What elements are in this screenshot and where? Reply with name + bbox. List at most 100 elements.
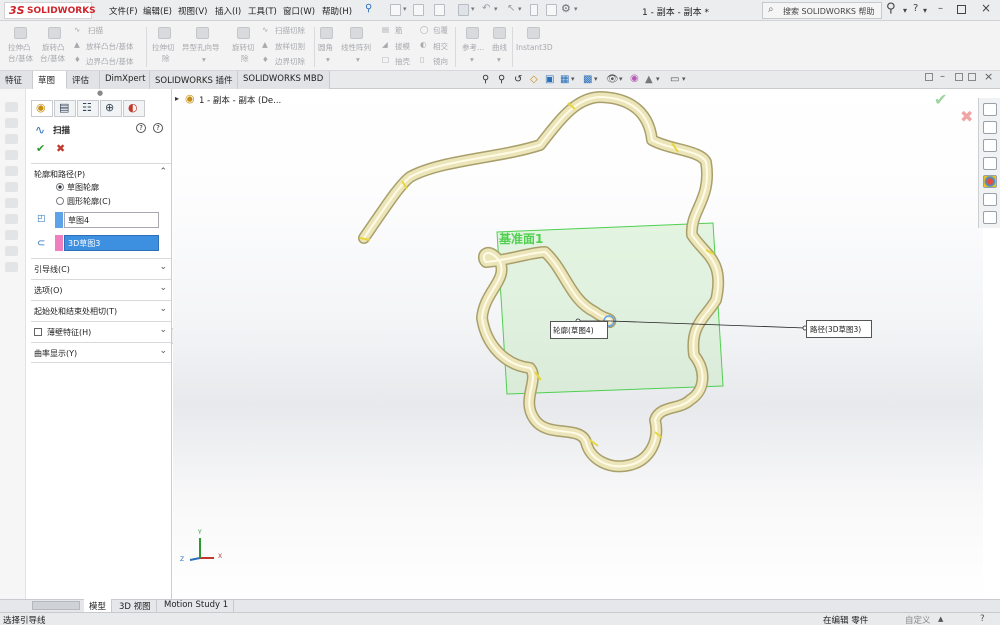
curves-icon[interactable] [493, 27, 506, 39]
dropdown-icon[interactable]: ▾ [619, 75, 623, 83]
thin-feature-checkbox[interactable] [34, 328, 42, 336]
cmd-swept-cut[interactable]: 扫描切除 [275, 25, 305, 36]
cmd-revolve-cut-l2[interactable]: 除 [241, 53, 249, 64]
boundary-boss-icon[interactable]: ♦ [74, 55, 81, 64]
menu-file[interactable]: 文件(F) [109, 5, 138, 17]
viewport-close-icon[interactable]: × [984, 70, 993, 83]
cancel-button[interactable]: ✖ [56, 142, 65, 155]
radio-sketch-profile[interactable] [56, 183, 64, 191]
chevron-down-icon[interactable]: ⌄ [159, 346, 167, 356]
close-icon[interactable]: × [981, 1, 991, 15]
cmd-draft[interactable]: 拔模 [395, 41, 410, 52]
lofted-cut-icon[interactable]: ▲ [262, 40, 268, 49]
open-icon[interactable] [413, 4, 424, 16]
status-units[interactable]: 自定义 [905, 614, 931, 625]
ok-button[interactable]: ✔ [36, 142, 45, 155]
radio-circular-profile[interactable] [56, 197, 64, 205]
cmd-mirror[interactable]: 镜向 [433, 56, 448, 67]
section-profile-path[interactable]: 轮廓和路径(P) ⌃ [31, 163, 171, 181]
cmd-shell[interactable]: 抽壳 [395, 56, 410, 67]
dropdown-icon[interactable]: ▾ [656, 75, 660, 83]
tab-mbd[interactable]: SOLIDWORKS MBD [238, 71, 330, 89]
cmd-intersect[interactable]: 相交 [433, 41, 448, 52]
file-props-icon[interactable] [546, 4, 557, 16]
status-help-icon[interactable]: ? [980, 614, 985, 624]
help-icon[interactable]: ? [136, 123, 146, 133]
chevron-down-icon[interactable]: ⌄ [159, 262, 167, 272]
rib-icon[interactable]: ▤ [382, 25, 389, 34]
plane-label[interactable]: 基准面1 [499, 230, 543, 247]
tab-evaluate[interactable]: 评估 [67, 71, 100, 89]
tab-scroll-buttons[interactable] [32, 601, 80, 610]
search-dropdown-icon[interactable]: ▾ [903, 6, 907, 15]
home-icon[interactable] [983, 103, 997, 116]
forum-icon[interactable] [983, 211, 997, 224]
wrap-icon[interactable]: ◯ [420, 25, 428, 34]
menu-insert[interactable]: 插入(I) [215, 5, 241, 17]
units-dropdown-icon[interactable]: ▲ [938, 615, 943, 623]
cmd-wrap[interactable]: 包覆 [433, 25, 448, 36]
zoom-fit-icon[interactable]: ⚲ [482, 74, 489, 85]
section-options[interactable]: 选项(O) ⌄ [31, 279, 171, 300]
hole-wizard-dropdown-icon[interactable]: ▾ [202, 55, 206, 64]
section-guide-curves[interactable]: 引导线(C) ⌄ [31, 258, 171, 279]
cmd-extrude-cut-l2[interactable]: 除 [162, 53, 170, 64]
display-style-icon[interactable]: ▩ [583, 74, 592, 85]
menu-view[interactable]: 视图(V) [178, 5, 207, 17]
select-dropdown-icon[interactable]: ▾ [518, 5, 522, 13]
custom-properties-icon[interactable] [983, 193, 997, 206]
print-dropdown-icon[interactable]: ▾ [471, 5, 475, 13]
dropdown-icon[interactable]: ▾ [682, 75, 686, 83]
boundary-cut-icon[interactable]: ♦ [262, 55, 269, 64]
section-view-icon[interactable]: ◇ [530, 74, 538, 85]
resources-icon[interactable] [983, 121, 997, 134]
restore-icon[interactable] [957, 5, 966, 14]
section-curvature[interactable]: 曲率显示(Y) ⌄ [31, 342, 171, 363]
cmd-revolve-boss-l2[interactable]: 台/基体 [40, 53, 65, 64]
tab-motion-study[interactable]: Motion Study 1 [159, 599, 235, 612]
tab-3d-view[interactable]: 3D 视图 [114, 599, 157, 612]
menu-help[interactable]: 帮助(H) [322, 5, 352, 17]
intersect-icon[interactable]: ◐ [420, 40, 427, 49]
chevron-down-icon[interactable]: ⌄ [159, 283, 167, 293]
viewport-minimize-icon[interactable]: – [940, 71, 945, 82]
cmd-linear-pattern[interactable]: 线性阵列 [341, 42, 371, 53]
new-dropdown-icon[interactable]: ▾ [403, 5, 407, 13]
new-icon[interactable] [390, 4, 401, 16]
cmd-fillet[interactable]: 圆角 [318, 42, 333, 53]
profile-selection-field[interactable]: 草图4 [64, 212, 159, 228]
dropdown-icon[interactable]: ▾ [571, 75, 575, 83]
menu-window[interactable]: 窗口(W) [283, 5, 315, 17]
appearance-edit-icon[interactable]: ◉ [630, 73, 639, 84]
menu-edit[interactable]: 编辑(E) [143, 5, 172, 17]
solidworks-logo[interactable]: 3S SOLIDWORKS [4, 2, 96, 19]
tab-sketch[interactable]: 草图 [33, 71, 67, 89]
tab-model[interactable]: 模型 [84, 599, 113, 612]
cmd-extrude-cut-l1[interactable]: 拉伸切 [152, 42, 175, 53]
view-palette-icon[interactable] [983, 157, 997, 170]
tab-dimxpert[interactable]: DimXpert [100, 71, 150, 89]
cmd-revolve-boss-l1[interactable]: 旋转凸 [42, 42, 65, 53]
panel-grip-icon[interactable]: ● [97, 89, 103, 97]
help-icon[interactable]: ? [913, 3, 918, 14]
undo-icon[interactable]: ↶ [482, 3, 490, 14]
cmd-lofted-cut[interactable]: 放样切割 [275, 41, 305, 52]
cmd-boundary-cut[interactable]: 边界切除 [275, 56, 305, 67]
tab-addins[interactable]: SOLIDWORKS 插件 [150, 71, 238, 89]
print-icon[interactable] [458, 4, 469, 16]
callout-path[interactable]: 路径(3D草图3) [806, 320, 872, 338]
zoom-area-icon[interactable]: ⚲ [498, 74, 505, 85]
chevron-down-icon[interactable]: ⌄ [159, 304, 167, 314]
cmd-instant3d[interactable]: Instant3D [516, 43, 553, 52]
hole-wizard-icon[interactable] [196, 27, 209, 39]
appearances-icon[interactable] [983, 175, 997, 188]
extrude-cut-icon[interactable] [158, 27, 171, 39]
cmd-revolve-cut-l1[interactable]: 旋转切 [232, 42, 255, 53]
path-selection-field[interactable]: 3D草图3 [64, 235, 159, 251]
callout-profile[interactable]: 轮廓(草图4) [550, 321, 608, 339]
tab-features[interactable]: 特征 [0, 71, 33, 89]
cmd-sweep[interactable]: 扫描 [88, 25, 103, 36]
hide-show-icon[interactable]: 👁 [606, 74, 619, 85]
help-dropdown-icon[interactable]: ▾ [923, 6, 927, 15]
model-svg[interactable] [173, 89, 983, 599]
